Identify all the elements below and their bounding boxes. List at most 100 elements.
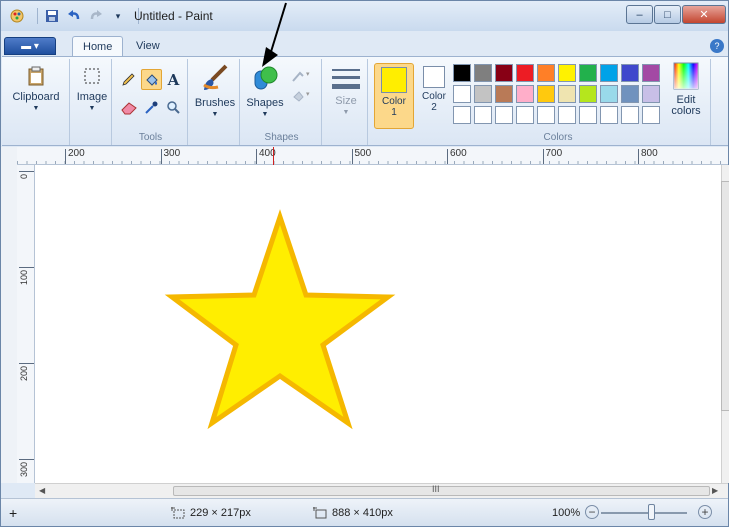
ruler-corner — [1, 147, 17, 483]
palette-swatch[interactable] — [621, 106, 639, 124]
eraser-icon[interactable] — [120, 99, 137, 116]
palette-swatch[interactable] — [600, 106, 618, 124]
ruler-label: 500 — [354, 148, 372, 159]
color2-number: 2 — [431, 102, 437, 113]
palette-swatch[interactable] — [558, 85, 576, 103]
zoom-out-button[interactable]: − — [585, 505, 599, 519]
palette-swatch[interactable] — [537, 85, 555, 103]
palette-swatch[interactable] — [579, 64, 597, 82]
shapes-icon — [250, 63, 280, 93]
palette-swatch[interactable] — [621, 64, 639, 82]
ribbon-tabs: ▬ ▾ Home View ? — [1, 34, 728, 56]
palette-swatch[interactable] — [579, 85, 597, 103]
cursor-position-icon: + — [9, 505, 18, 521]
palette-swatch[interactable] — [495, 106, 513, 124]
paint-app-icon[interactable] — [9, 8, 25, 24]
brushes-button[interactable]: Brushes ▼ — [192, 63, 238, 118]
fill-icon[interactable] — [141, 69, 162, 90]
scroll-right-icon[interactable]: ▶ — [712, 486, 718, 495]
fill-bucket-icon[interactable]: ▾ — [290, 87, 314, 104]
palette-swatch[interactable] — [474, 106, 492, 124]
palette-swatch[interactable] — [621, 85, 639, 103]
brushes-group: Brushes ▼ — [190, 59, 240, 145]
zoom-in-button[interactable]: + — [698, 505, 712, 519]
shapes-group: Shapes ▼ ▾ ▾ Shapes — [242, 59, 322, 145]
maximize-button[interactable]: □ — [654, 5, 681, 24]
tab-view[interactable]: View — [126, 36, 170, 56]
color-wheel-icon — [672, 61, 700, 91]
palette-swatch[interactable] — [642, 85, 660, 103]
palette-swatch[interactable] — [453, 85, 471, 103]
ruler-tick — [160, 149, 162, 164]
image-size: 888 × 410px — [313, 507, 393, 519]
vertical-ruler: 0 100 200 300 — [17, 165, 35, 483]
size-group: Size ▼ — [324, 59, 368, 145]
edit-colors-label: Edit colors — [671, 94, 701, 117]
pencil-icon[interactable] — [120, 71, 137, 88]
text-icon[interactable]: A — [165, 71, 182, 89]
paint-menu-button[interactable]: ▬ ▾ — [4, 37, 56, 55]
palette-swatch[interactable] — [600, 64, 618, 82]
ruler-tick — [256, 149, 257, 164]
palette-swatch[interactable] — [537, 106, 555, 124]
palette-swatch[interactable] — [558, 106, 576, 124]
clipboard-button[interactable]: Clipboard ▼ — [4, 65, 68, 112]
palette-swatch[interactable] — [495, 64, 513, 82]
divider — [37, 8, 38, 24]
vertical-scroll-thumb[interactable] — [721, 181, 729, 411]
tab-home[interactable]: Home — [72, 36, 124, 56]
image-button[interactable]: Image ▼ — [74, 65, 110, 112]
ruler-tick — [65, 149, 66, 164]
magnifier-icon[interactable] — [165, 99, 182, 116]
palette-swatch[interactable] — [474, 85, 492, 103]
window-controls: – □ ✕ — [626, 5, 726, 24]
customize-quick-access-icon[interactable]: ▾ — [110, 8, 126, 24]
palette-swatch[interactable] — [579, 106, 597, 124]
ruler-tick — [638, 149, 639, 164]
palette-swatch[interactable] — [600, 85, 618, 103]
palette-swatch[interactable] — [516, 64, 534, 82]
star-shape[interactable] — [35, 165, 721, 483]
shapes-label: Shapes — [246, 97, 284, 109]
ruler-tick — [19, 459, 34, 460]
ruler-tick — [19, 363, 34, 364]
palette-swatch[interactable] — [474, 64, 492, 82]
palette-swatch[interactable] — [516, 106, 534, 124]
image-group: Image ▼ — [72, 59, 112, 145]
drawing-canvas[interactable] — [35, 165, 721, 483]
minimize-button[interactable]: – — [626, 5, 653, 24]
palette-swatch[interactable] — [642, 106, 660, 124]
shapes-button[interactable]: Shapes ▼ — [242, 63, 288, 118]
palette-swatch[interactable] — [495, 85, 513, 103]
line-width-icon — [331, 65, 361, 91]
zoom-slider[interactable] — [601, 512, 687, 514]
palette-swatch[interactable] — [558, 64, 576, 82]
help-icon[interactable]: ? — [710, 39, 724, 53]
palette-swatch[interactable] — [453, 106, 471, 124]
undo-icon[interactable] — [66, 8, 82, 24]
palette-swatch[interactable] — [516, 85, 534, 103]
edit-colors-button[interactable]: Edit colors — [666, 61, 706, 117]
zoom-slider-thumb[interactable] — [648, 504, 655, 520]
save-icon[interactable] — [44, 8, 60, 24]
palette-swatch[interactable] — [537, 64, 555, 82]
chevron-down-icon: ▼ — [211, 111, 219, 118]
ruler-label: 600 — [450, 148, 467, 159]
svg-text:▾: ▾ — [306, 91, 310, 98]
status-bar: + 229 × 217px 888 × 410px 100% − + — [1, 498, 728, 526]
palette-swatch[interactable] — [642, 64, 660, 82]
color1-swatch — [381, 67, 407, 93]
outline-icon[interactable]: ▾ — [290, 67, 314, 84]
color2-button[interactable]: Color 2 — [416, 63, 452, 129]
color2-label: Color — [422, 91, 446, 102]
horizontal-scroll-thumb[interactable]: III — [173, 484, 710, 496]
color-picker-icon[interactable] — [143, 99, 160, 116]
close-button[interactable]: ✕ — [682, 5, 726, 24]
redo-icon[interactable] — [88, 8, 104, 24]
color1-button[interactable]: Color 1 — [374, 63, 414, 129]
scroll-left-icon[interactable]: ◀ — [39, 486, 45, 495]
image-size-value: 888 × 410px — [332, 507, 393, 519]
select-icon — [81, 65, 103, 87]
size-button[interactable]: Size ▼ — [326, 65, 366, 116]
palette-swatch[interactable] — [453, 64, 471, 82]
